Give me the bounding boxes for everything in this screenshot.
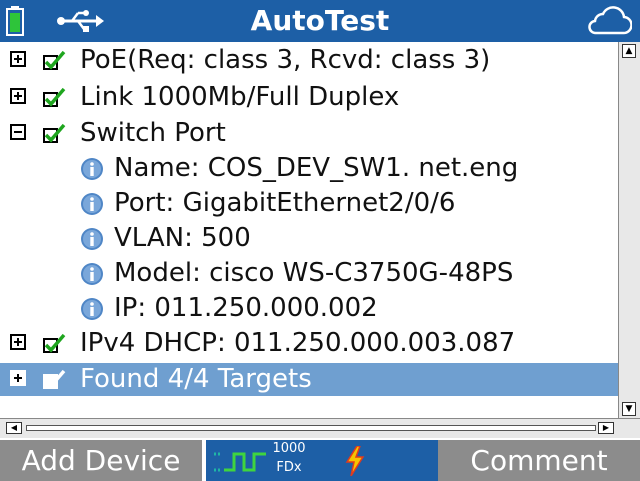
tree-item-label: PoE(Req: class 3, Rcvd: class 3)	[80, 45, 491, 75]
tree-item-label: Switch Port	[80, 118, 226, 148]
info-icon	[81, 298, 103, 320]
collapse-minus-icon[interactable]	[10, 124, 26, 140]
tree-child-label: Name: COS_DEV_SW1. net.eng	[114, 153, 519, 183]
checkbox-pass-icon	[43, 87, 66, 107]
softkey-bar: Add Device 1000 FDx Comment	[0, 438, 640, 481]
title-bar: AutoTest	[0, 0, 640, 42]
info-icon	[81, 158, 103, 180]
info-icon	[81, 228, 103, 250]
tree-item-ipv4-dhcp[interactable]: IPv4 DHCP: 011.250.000.003.087	[0, 327, 618, 360]
link-duplex: FDx	[276, 460, 302, 475]
link-pulse-icon	[214, 452, 266, 472]
horizontal-scrollbar[interactable]: ◀ ▶	[0, 418, 640, 438]
tree-item-switch-port[interactable]: Switch Port	[0, 117, 618, 150]
tree-child-port[interactable]: Port: GigabitEthernet2/0/6	[0, 187, 618, 220]
info-icon	[81, 263, 103, 285]
tree-child-label: Model: cisco WS-C3750G-48PS	[114, 258, 514, 288]
scroll-right-arrow-icon[interactable]: ▶	[598, 422, 614, 434]
checkbox-pass-icon	[43, 333, 66, 353]
link-speed: 1000	[272, 441, 306, 456]
expand-plus-icon[interactable]	[10, 51, 26, 67]
checkbox-pass-icon	[43, 123, 66, 143]
tree-item-label: IPv4 DHCP: 011.250.000.003.087	[80, 328, 516, 358]
tree-item-label: Found 4/4 Targets	[80, 364, 312, 394]
tree-item-link[interactable]: Link 1000Mb/Full Duplex	[0, 81, 618, 114]
expand-plus-icon[interactable]	[10, 334, 26, 350]
autotest-result-tree[interactable]: PoE(Req: class 3, Rcvd: class 3) Link 10…	[0, 42, 618, 418]
checkbox-pass-icon	[43, 369, 66, 389]
tree-child-model[interactable]: Model: cisco WS-C3750G-48PS	[0, 257, 618, 290]
page-title: AutoTest	[250, 4, 390, 37]
tree-child-label: VLAN: 500	[114, 223, 251, 253]
link-status-panel: 1000 FDx	[206, 440, 438, 481]
cloud-icon[interactable]	[586, 6, 632, 36]
vertical-scrollbar[interactable]: ▲ ▼	[618, 42, 640, 418]
power-bolt-icon	[345, 446, 365, 476]
comment-button[interactable]: Comment	[438, 440, 640, 481]
tree-child-name[interactable]: Name: COS_DEV_SW1. net.eng	[0, 152, 618, 185]
expand-plus-icon[interactable]	[10, 370, 26, 386]
tree-child-ip[interactable]: IP: 011.250.000.002	[0, 292, 618, 325]
tree-item-found-targets[interactable]: Found 4/4 Targets	[0, 363, 618, 396]
scroll-up-arrow-icon[interactable]: ▲	[622, 44, 636, 58]
add-device-button[interactable]: Add Device	[0, 440, 202, 481]
scrollbar-thumb[interactable]	[26, 425, 596, 431]
scroll-down-arrow-icon[interactable]: ▼	[622, 402, 636, 416]
tree-item-label: Link 1000Mb/Full Duplex	[80, 82, 400, 112]
tree-item-poe[interactable]: PoE(Req: class 3, Rcvd: class 3)	[0, 44, 618, 77]
scroll-left-arrow-icon[interactable]: ◀	[6, 422, 22, 434]
tree-child-label: IP: 011.250.000.002	[114, 293, 378, 323]
tree-child-vlan[interactable]: VLAN: 500	[0, 222, 618, 255]
checkbox-pass-icon	[43, 50, 66, 70]
expand-plus-icon[interactable]	[10, 88, 26, 104]
info-icon	[81, 193, 103, 215]
tree-child-label: Port: GigabitEthernet2/0/6	[114, 188, 456, 218]
